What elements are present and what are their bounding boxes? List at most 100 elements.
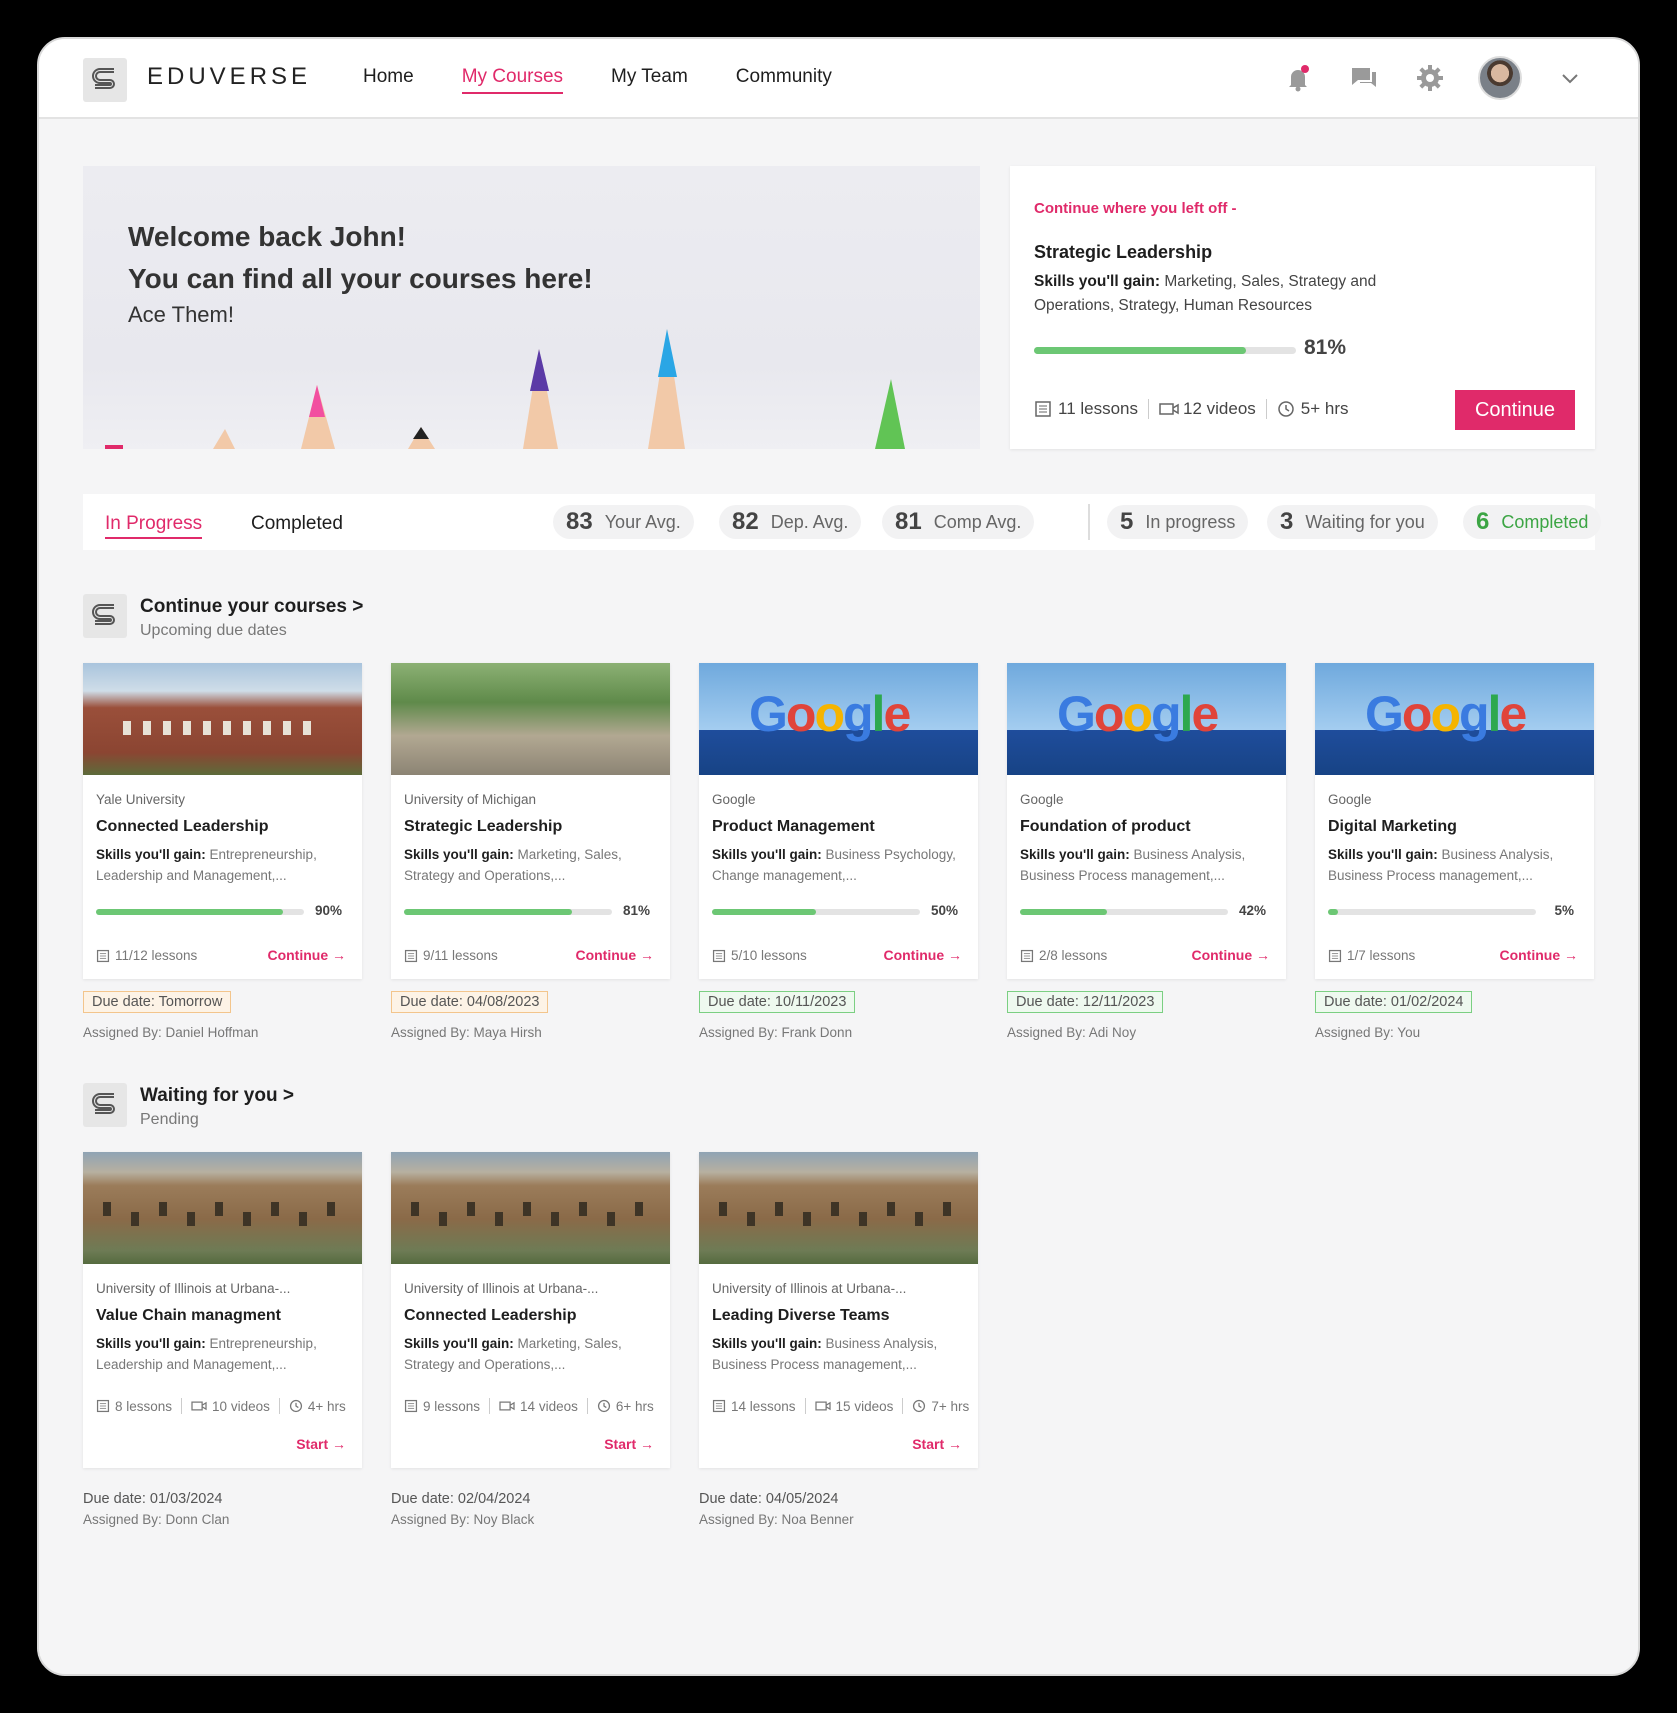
course-title[interactable]: Connected Leadership [96,818,268,836]
stat-value: 82 [732,508,759,535]
due-date-badge: Due date: 12/11/2023 [1007,991,1164,1013]
course-lessons: 9/11 lessons [404,948,498,963]
clock-icon [913,1399,926,1413]
continue-link[interactable]: Continue → [1191,947,1270,963]
continue-link[interactable]: Continue → [883,947,962,963]
progress-fill [1034,347,1247,354]
continue-skills: Skills you'll gain: Marketing, Sales, St… [1034,270,1394,318]
course-title[interactable]: Connected Leadership [404,1307,576,1325]
lessons-icon [712,949,726,962]
course-title[interactable]: Value Chain managment [96,1307,281,1325]
stat-waiting[interactable]: 3 Waiting for you [1267,505,1438,539]
tab-completed[interactable]: Completed [251,513,343,535]
clock-icon [597,1399,610,1413]
video-icon [1159,403,1179,415]
google-sign-image: Google [699,663,978,775]
course-image: Google [1007,663,1286,775]
main-menu: Home My Courses My Team Community [363,66,832,94]
illinois-building-image [699,1152,978,1264]
nav-home[interactable]: Home [363,66,414,94]
skills-label: Skills you'll gain: [712,1336,822,1351]
stat-label: Waiting for you [1305,511,1425,532]
course-card[interactable]: University of Illinois at Urbana-... Conn… [391,1152,670,1468]
course-card[interactable]: University of Michigan Strategic Leadersh… [391,663,670,979]
lessons-count: 8 lessons [115,1398,173,1414]
course-title[interactable]: Strategic Leadership [404,818,562,836]
skills-label: Skills you'll gain: [712,847,822,862]
course-title[interactable]: Leading Diverse Teams [712,1307,890,1325]
course-meta: 8 lessons 10 videos 4+ hrs [96,1398,346,1414]
skills-label: Skills you'll gain: [1328,847,1438,862]
user-avatar[interactable] [1478,56,1522,100]
continue-progress-label: 81% [1304,336,1347,359]
skills-label: Skills you'll gain: [1020,847,1130,862]
lessons-count: 9 lessons [423,1398,481,1414]
videos-count: 10 videos [212,1398,270,1414]
course-card[interactable]: Yale University Connected Leadership Skill… [83,663,362,979]
tab-in-progress[interactable]: In Progress [105,513,203,539]
stat-in-progress[interactable]: 5 In progress [1107,505,1249,539]
stat-completed[interactable]: 6 Completed [1463,505,1602,539]
start-link[interactable]: Start → [912,1436,962,1452]
course-card[interactable]: Google Google Digital Marketing Skills you'… [1315,663,1594,979]
assigned-by: Assigned By: Noy Black [391,1512,535,1527]
course-skills: Skills you'll gain: Entrepreneurship, Le… [96,844,346,886]
chevron-down-icon[interactable] [1552,60,1588,96]
skills-label: Skills you'll gain: [404,1336,514,1351]
course-image [83,663,362,775]
course-title[interactable]: Foundation of product [1020,818,1191,836]
stat-value: 5 [1120,508,1134,535]
stat-label: Your Avg. [604,511,681,532]
course-image [699,1152,978,1264]
course-skills: Skills you'll gain: Business Psychology,… [712,844,962,886]
welcome-heading: Welcome back John! You can find all your … [128,216,593,300]
chat-icon[interactable] [1346,60,1382,96]
continue-course-title[interactable]: Strategic Leadership [1034,242,1212,263]
course-card[interactable]: Google Google Foundation of product Skills … [1007,663,1286,979]
due-date: Due date: 04/05/2024 [699,1491,839,1507]
due-date-badge: Due date: 01/02/2024 [1315,991,1473,1013]
bell-icon[interactable] [1280,60,1316,96]
course-card[interactable]: University of Illinois at Urbana-... Valu… [83,1152,362,1468]
stat-value: 81 [895,508,922,535]
lessons-icon [96,949,110,962]
nav-community[interactable]: Community [736,66,832,94]
progress-fill [96,909,284,915]
continue-button[interactable]: Continue [1455,390,1575,430]
course-org: University of Illinois at Urbana-... [712,1281,907,1296]
yale-building-image [83,663,362,775]
continue-progress-bar [1034,347,1296,354]
course-org: University of Illinois at Urbana-... [96,1281,291,1296]
lessons-count: 2/8 lessons [1039,948,1108,963]
lessons-count: 1/7 lessons [1347,948,1416,963]
continue-link[interactable]: Continue → [575,947,654,963]
video-icon [814,1401,831,1411]
course-card[interactable]: Google Google Product Management Skills you… [699,663,978,979]
start-link[interactable]: Start → [604,1436,654,1452]
start-link[interactable]: Start → [296,1436,346,1452]
welcome-line-2: You can find all your courses here! [128,263,593,294]
logo-icon[interactable] [83,58,127,102]
course-org: Yale University [96,792,186,807]
progress-fill [404,909,573,915]
stat-dep-avg: 82 Dep. Avg. [719,505,862,539]
course-card[interactable]: University of Illinois at Urbana-... Lead… [699,1152,978,1468]
course-title[interactable]: Product Management [712,818,875,836]
videos-count: 15 videos [835,1398,894,1414]
course-lessons: 1/7 lessons [1328,948,1415,963]
gear-icon[interactable] [1412,60,1448,96]
assigned-by: Assigned By: Noa Benner [699,1512,854,1527]
nav-my-team[interactable]: My Team [611,66,688,94]
continue-link[interactable]: Continue → [1499,947,1578,963]
course-progress-label: 42% [1238,903,1266,918]
google-sign-image: Google [1007,663,1286,775]
stat-label: Completed [1501,511,1589,532]
lessons-count: 11 lessons [1058,399,1139,418]
course-title[interactable]: Digital Marketing [1328,818,1457,836]
welcome-tagline: Ace Them! [128,302,234,327]
section-title[interactable]: Waiting for you > [140,1085,294,1107]
section-title[interactable]: Continue your courses > [140,596,363,618]
course-image: Google [699,663,978,775]
nav-my-courses[interactable]: My Courses [461,66,564,94]
continue-link[interactable]: Continue → [267,947,346,963]
